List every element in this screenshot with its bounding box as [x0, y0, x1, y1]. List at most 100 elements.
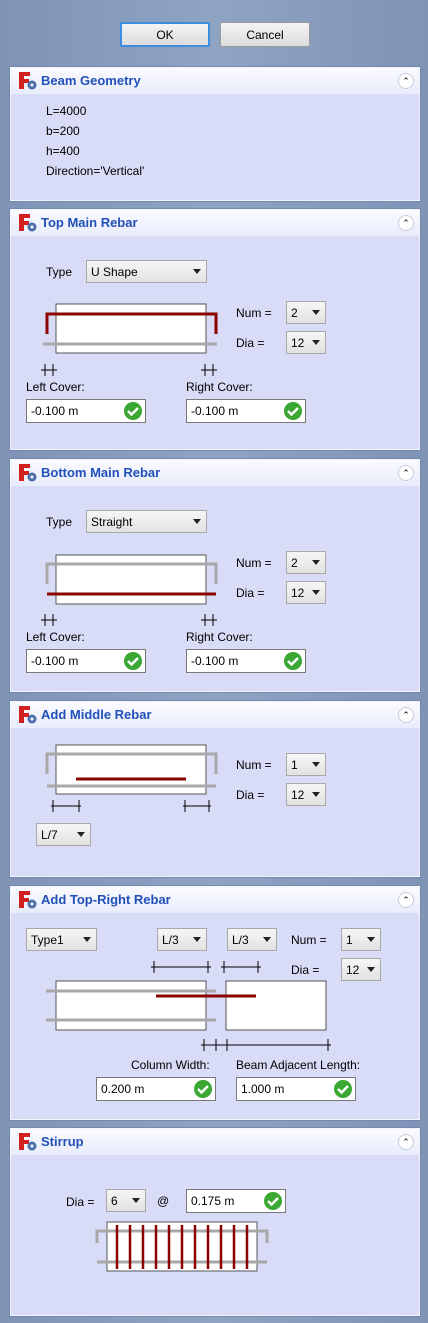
num-label: Num = [236, 306, 272, 320]
right-cover-value: -0.100 m [191, 654, 239, 668]
num-select[interactable]: 1 [341, 928, 381, 951]
freecad-logo-icon [19, 72, 37, 90]
right-cover-input[interactable]: -0.100 m [186, 649, 306, 673]
chevron-down-icon [312, 762, 320, 767]
length-right-select[interactable]: L/3 [227, 928, 277, 951]
at-label: @ [157, 1194, 170, 1208]
num-value: 1 [291, 757, 298, 772]
chevron-down-icon [312, 310, 320, 315]
beam-adjacent-length-input[interactable]: 1.000 m [236, 1077, 356, 1101]
beam-adjacent-length-value: 1.000 m [241, 1082, 285, 1096]
length-left-select[interactable]: L/3 [157, 928, 207, 951]
freecad-logo-icon [19, 1133, 37, 1151]
left-cover-label: Left Cover: [26, 380, 85, 394]
panel-title: Stirrup [41, 1134, 84, 1149]
dia-select[interactable]: 12 [286, 581, 326, 604]
top-main-rebar-panel: Top Main Rebar ⌃ Type U Shape Num = 2 Di… [10, 209, 420, 450]
rebar-type-select[interactable]: U Shape [86, 260, 207, 283]
dia-select[interactable]: 12 [286, 783, 326, 806]
checkmark-icon [334, 1080, 352, 1098]
column-width-input[interactable]: 0.200 m [96, 1077, 216, 1101]
stirrup-spacing-input[interactable]: 0.175 m [186, 1189, 286, 1213]
chevron-down-icon [77, 832, 85, 837]
num-label: Num = [236, 758, 272, 772]
left-cover-label: Left Cover: [26, 630, 85, 644]
panel-header[interactable]: Add Middle Rebar ⌃ [11, 702, 419, 728]
type-label: Type [46, 515, 73, 529]
stirrup-spacing-value: 0.175 m [191, 1194, 235, 1208]
stirrup-dia-value: 6 [111, 1193, 118, 1208]
right-cover-input[interactable]: -0.100 m [186, 399, 306, 423]
beam-adjacent-length-label: Beam Adjacent Length: [236, 1058, 361, 1072]
double-chevron-up-icon[interactable]: ⌃ [398, 892, 414, 908]
panel-header[interactable]: Top Main Rebar ⌃ [11, 210, 419, 236]
cancel-button[interactable]: Cancel [220, 22, 310, 47]
top-right-type-select[interactable]: Type1 [26, 928, 97, 951]
freecad-logo-icon [19, 706, 37, 724]
stirrup-panel: Stirrup ⌃ Dia = 6 @ 0.175 m [10, 1128, 420, 1316]
chevron-down-icon [367, 967, 375, 972]
double-chevron-up-icon[interactable]: ⌃ [398, 1134, 414, 1150]
double-chevron-up-icon[interactable]: ⌃ [398, 73, 414, 89]
panel-header[interactable]: Bottom Main Rebar ⌃ [11, 460, 419, 486]
top-right-rebar-panel: Add Top-Right Rebar ⌃ Type1 L/3 L/3 Num … [10, 886, 420, 1120]
num-select[interactable]: 2 [286, 551, 326, 574]
ok-button[interactable]: OK [120, 22, 210, 47]
num-label: Num = [291, 933, 327, 947]
dia-select[interactable]: 12 [341, 958, 381, 981]
freecad-logo-icon [19, 891, 37, 909]
chevron-down-icon [367, 937, 375, 942]
dia-label: Dia = [236, 336, 265, 350]
checkmark-icon [284, 652, 302, 670]
freecad-logo-icon [19, 464, 37, 482]
num-select[interactable]: 1 [286, 753, 326, 776]
num-select[interactable]: 2 [286, 301, 326, 324]
panel-header[interactable]: Stirrup ⌃ [11, 1129, 419, 1155]
bottom-rebar-diagram [41, 554, 218, 626]
length-right-value: L/3 [232, 932, 249, 947]
middle-rebar-panel: Add Middle Rebar ⌃ Num = 1 Dia = 12 L/7 [10, 701, 420, 877]
right-cover-label: Right Cover: [186, 630, 253, 644]
top-right-rebar-diagram [46, 961, 331, 1051]
right-cover-value: -0.100 m [191, 404, 239, 418]
chevron-down-icon [132, 1198, 140, 1203]
rebar-type-select[interactable]: Straight [86, 510, 207, 533]
chevron-down-icon [312, 340, 320, 345]
freecad-logo-icon [19, 214, 37, 232]
panel-title: Beam Geometry [41, 73, 141, 88]
left-cover-input[interactable]: -0.100 m [26, 399, 146, 423]
chevron-down-icon [83, 937, 91, 942]
middle-length-select[interactable]: L/7 [36, 823, 91, 846]
panel-title: Bottom Main Rebar [41, 465, 161, 480]
dia-value: 12 [346, 962, 360, 977]
dia-select[interactable]: 12 [286, 331, 326, 354]
num-value: 2 [291, 305, 298, 320]
panel-title: Top Main Rebar [41, 215, 138, 230]
chevron-down-icon [312, 560, 320, 565]
chevron-down-icon [263, 937, 271, 942]
dia-label: Dia = [236, 586, 265, 600]
stirrup-diagram [95, 1221, 269, 1272]
checkmark-icon [124, 402, 142, 420]
panel-title: Add Top-Right Rebar [41, 892, 171, 907]
num-value: 2 [291, 555, 298, 570]
left-cover-value: -0.100 m [31, 654, 79, 668]
double-chevron-up-icon[interactable]: ⌃ [398, 215, 414, 231]
right-cover-label: Right Cover: [186, 380, 253, 394]
chevron-down-icon [193, 937, 201, 942]
type-label: Type [46, 265, 73, 279]
top-rebar-diagram [41, 303, 218, 376]
num-label: Num = [236, 556, 272, 570]
double-chevron-up-icon[interactable]: ⌃ [398, 707, 414, 723]
double-chevron-up-icon[interactable]: ⌃ [398, 465, 414, 481]
beam-height-text: h=400 [46, 144, 80, 158]
dia-value: 12 [291, 787, 305, 802]
left-cover-input[interactable]: -0.100 m [26, 649, 146, 673]
beam-geometry-panel: Beam Geometry ⌃ L=4000 b=200 h=400 Direc… [10, 67, 420, 201]
panel-header[interactable]: Add Top-Right Rebar ⌃ [11, 887, 419, 913]
beam-length-text: L=4000 [46, 104, 87, 118]
panel-header[interactable]: Beam Geometry ⌃ [11, 68, 419, 94]
stirrup-dia-select[interactable]: 6 [106, 1189, 146, 1212]
chevron-down-icon [193, 519, 201, 524]
rebar-type-value: U Shape [91, 264, 138, 279]
